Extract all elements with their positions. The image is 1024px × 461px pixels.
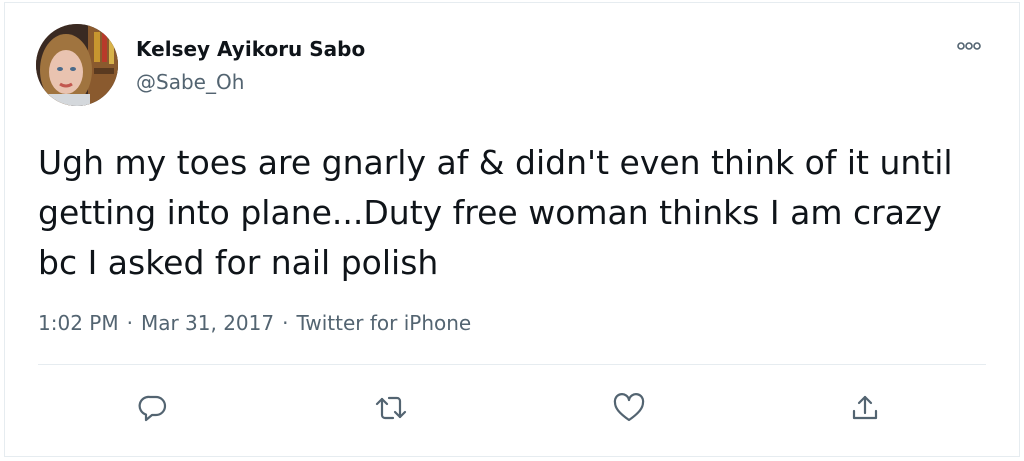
retweet-icon <box>375 396 407 420</box>
divider <box>38 364 986 365</box>
author-name[interactable]: Kelsey Ayikoru Sabo <box>136 37 365 61</box>
author-handle[interactable]: @Sabe_Oh <box>136 70 244 94</box>
tweet-date[interactable]: Mar 31, 2017 <box>141 311 274 335</box>
like-button[interactable] <box>609 388 649 428</box>
avatar-image <box>36 24 118 106</box>
tweet-time[interactable]: 1:02 PM <box>38 311 119 335</box>
tweet-source[interactable]: Twitter for iPhone <box>296 311 471 335</box>
share-icon <box>852 395 878 420</box>
more-options-icon[interactable] <box>953 36 985 56</box>
tweet-meta: 1:02 PM · Mar 31, 2017 · Twitter for iPhone <box>38 311 471 335</box>
share-button[interactable] <box>845 388 885 428</box>
tweet-card: Kelsey Ayikoru Sabo @Sabe_Oh Ugh my toes… <box>4 2 1020 457</box>
avatar[interactable] <box>36 24 118 106</box>
heart-icon <box>613 393 645 422</box>
tweet-text: Ugh my toes are gnarly af & didn't even … <box>38 143 953 282</box>
reply-icon <box>138 395 167 422</box>
retweet-button[interactable] <box>371 388 411 428</box>
meta-separator: · <box>282 311 289 335</box>
meta-separator: · <box>126 311 133 335</box>
reply-button[interactable] <box>133 388 173 428</box>
